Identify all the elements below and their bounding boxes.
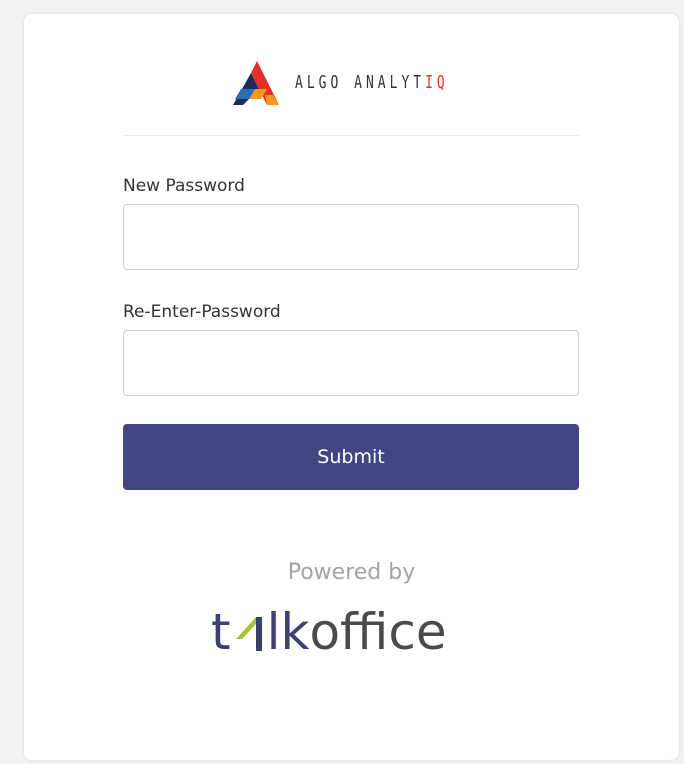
powered-by-text: Powered by — [287, 560, 416, 585]
talkoffice-logo-lk: lk — [266, 603, 310, 661]
talkoffice-logo-office: office — [309, 603, 447, 661]
talkoffice-logo: t lk office — [211, 602, 447, 662]
algo-analytiq-logo-icon — [233, 61, 279, 105]
reenter-password-input[interactable] — [123, 330, 579, 396]
brand-name: ALGO ANALYTIQ — [295, 73, 449, 93]
brand-header: ALGO ANALYTIQ — [229, 59, 449, 107]
talkoffice-logo-t: t — [211, 603, 231, 661]
reenter-password-label: Re-Enter-Password — [123, 302, 281, 322]
reset-password-card: ALGO ANALYTIQ New Password Re-Enter-Pass… — [24, 14, 679, 760]
header-divider — [123, 135, 579, 136]
submit-button[interactable]: Submit — [123, 424, 579, 490]
new-password-input[interactable] — [123, 204, 579, 270]
brand-name-main: ALGO ANALYT — [295, 72, 426, 94]
new-password-label: New Password — [123, 176, 245, 196]
talkoffice-a-mark-icon — [235, 617, 262, 651]
brand-name-accent: IQ — [425, 72, 449, 94]
